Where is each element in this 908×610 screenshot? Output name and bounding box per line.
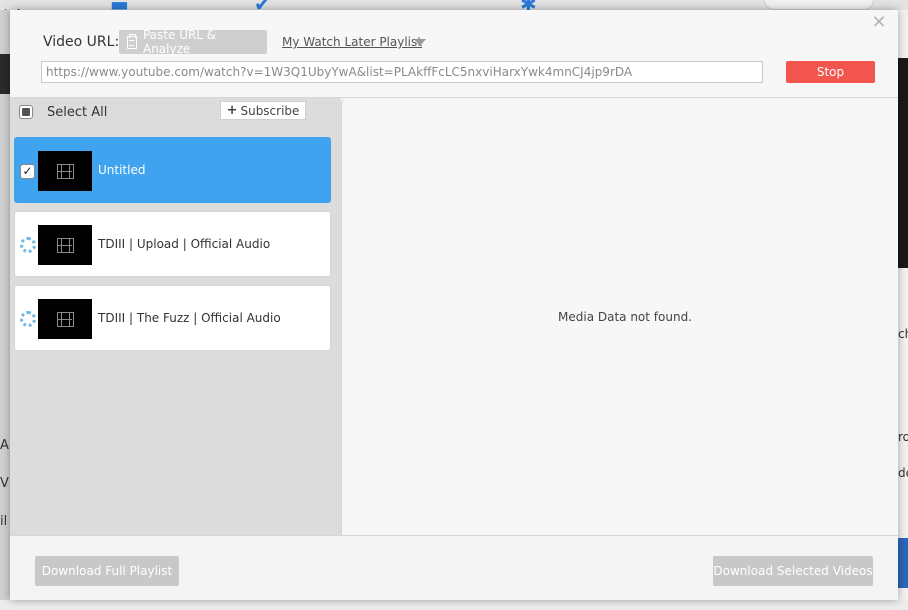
subscribe-label: Subscribe [240, 103, 300, 118]
partial-check-icon [22, 108, 30, 116]
video-url-label: Video URL: [43, 34, 120, 50]
video-title: TDIII | The Fuzz | Official Audio [98, 311, 281, 325]
video-list-item[interactable]: TDIII | Upload | Official Audio [14, 211, 331, 277]
video-thumbnail [38, 151, 92, 191]
background-left-panel [0, 54, 10, 94]
video-url-input[interactable] [41, 61, 763, 83]
video-list-item[interactable]: ✓ Untitled [14, 137, 331, 203]
chevron-down-icon[interactable] [414, 39, 426, 46]
video-list-item[interactable]: TDIII | The Fuzz | Official Audio [14, 285, 331, 351]
dialog-footer: Download Full Playlist Download Selected… [10, 535, 898, 600]
background-blue-button [898, 538, 908, 588]
background-search-pill [764, 0, 874, 10]
background-bottom-strip [0, 600, 908, 610]
background-left-text: il [0, 514, 8, 529]
watch-later-playlist-link[interactable]: My Watch Later Playlist [282, 35, 422, 49]
check-icon: ✔ [254, 0, 282, 10]
playlist-download-dialog: ✕ Video URL: Paste URL & Analyze My Watc… [10, 10, 898, 600]
subscribe-button[interactable]: + Subscribe [220, 101, 306, 120]
clipboard-icon [127, 33, 137, 49]
video-thumbnail [38, 299, 92, 339]
media-details-panel: Media Data not found. [341, 98, 898, 535]
loading-spinner-icon [20, 311, 36, 327]
select-all-label: Select All [47, 105, 108, 120]
film-icon [56, 237, 74, 253]
loading-spinner-icon [20, 237, 36, 253]
paste-url-analyze-button[interactable]: Paste URL & Analyze [119, 28, 267, 56]
close-icon[interactable]: ✕ [870, 14, 888, 32]
background-right-text: ch [898, 327, 908, 341]
background-right-text: ro [898, 430, 908, 444]
film-icon [56, 163, 74, 179]
gear-icon: ✱ [520, 0, 548, 10]
video-thumbnail [38, 225, 92, 265]
plus-icon: + [226, 103, 238, 118]
select-all-checkbox[interactable] [19, 105, 33, 119]
video-title: Untitled [98, 163, 146, 177]
video-list-panel: Select All + Subscribe ✓ Untitled TDIII … [10, 98, 341, 535]
video-title: TDIII | Upload | Official Audio [98, 237, 271, 251]
item-checkbox[interactable]: ✓ [20, 164, 35, 179]
stop-button[interactable]: Stop [786, 61, 875, 83]
download-full-playlist-button[interactable]: Download Full Playlist [35, 556, 179, 586]
empty-state-message: Media Data not found. [558, 310, 692, 324]
background-video-preview [898, 58, 908, 268]
toolbar-icon: ▬ [110, 0, 138, 10]
film-icon [56, 311, 74, 327]
background-left-text: V [0, 476, 9, 491]
download-selected-videos-button[interactable]: Download Selected Videos [713, 556, 873, 586]
background-left-text: A [0, 438, 9, 453]
background-right-text: de [898, 466, 908, 480]
paste-url-analyze-label: Paste URL & Analyze [142, 28, 217, 56]
